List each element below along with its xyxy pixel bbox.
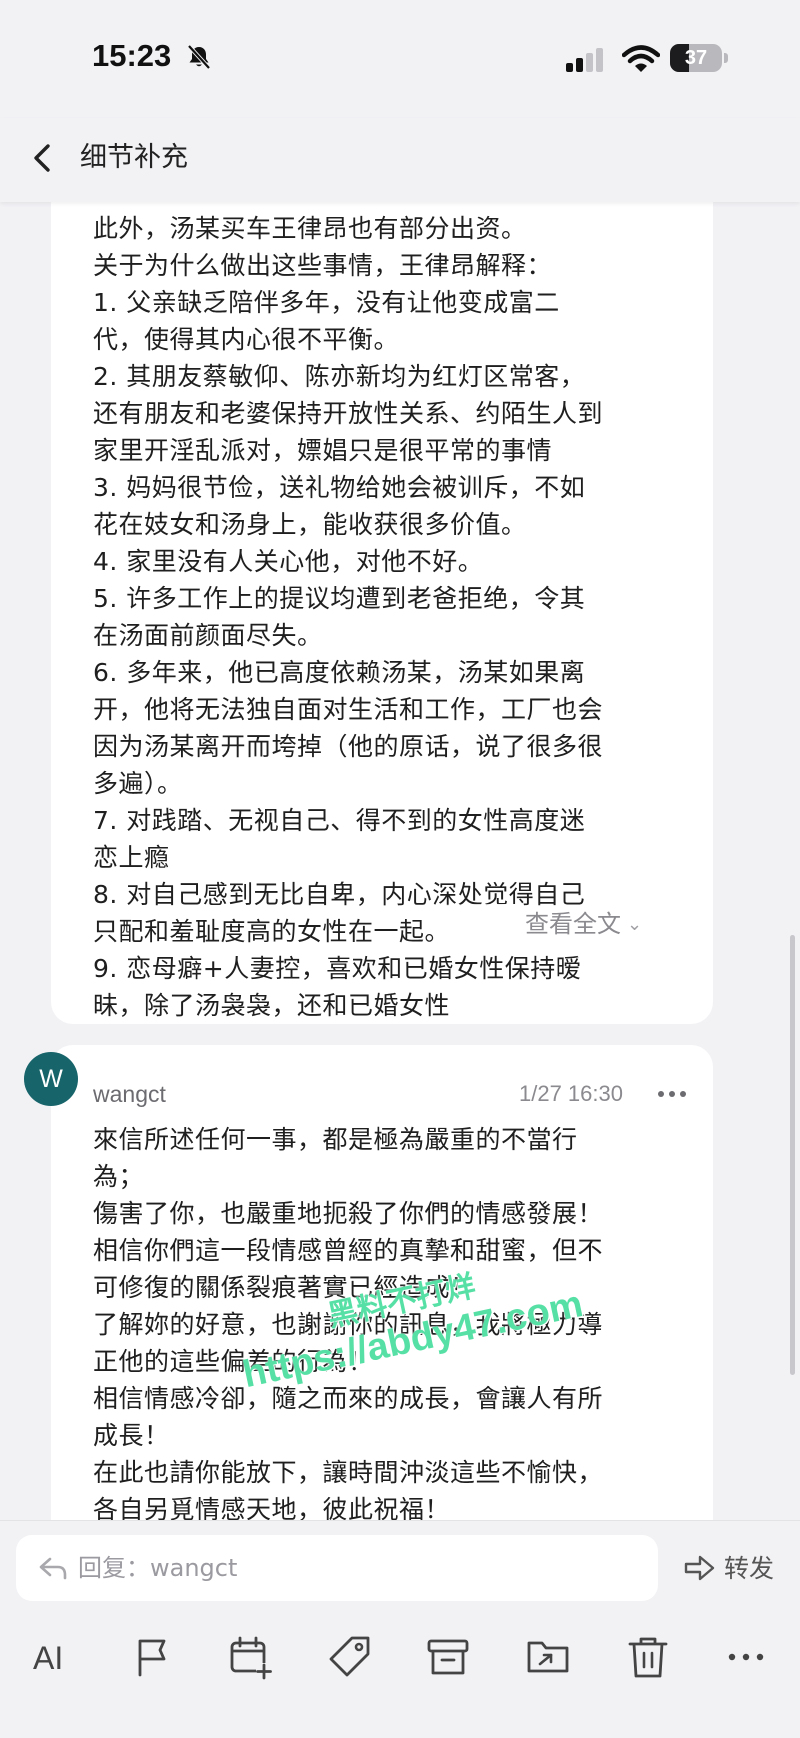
tag-icon xyxy=(329,1636,370,1677)
more-actions-button[interactable] xyxy=(722,1633,770,1681)
message-line: 代，使得其内心很不平衡。 xyxy=(93,325,400,354)
message-line: 正他的這些偏差的行為！ xyxy=(93,1347,374,1376)
tag-button[interactable] xyxy=(326,1633,374,1681)
reply-input[interactable]: 回复：wangct xyxy=(16,1535,658,1601)
add-calendar-button[interactable] xyxy=(226,1633,274,1681)
battery-cap xyxy=(724,53,728,63)
avatar[interactable]: W xyxy=(24,1052,78,1106)
reply-bar: 回复：wangct 转发 AI xyxy=(0,1520,800,1738)
archive-icon xyxy=(427,1639,469,1675)
message-line: 4. 家里没有人关心他，对他不好。 xyxy=(93,547,484,576)
message-line: 恋上瘾 xyxy=(93,843,170,872)
message-line: 花在妓女和汤身上，能收获很多价值。 xyxy=(93,510,527,539)
message-card-1: 此外，汤某买车王律昂也有部分出资。 关于为什么做出这些事情，王律昂解释： 1. 父亲… xyxy=(51,202,713,1024)
sender-name: wangct xyxy=(93,1081,166,1107)
forward-label: 转发 xyxy=(724,1554,775,1583)
mail-detail-screen: 15:23 37 细节补充 此外，汤某买车王律昂也有部分出资。 关于为什么做出这… xyxy=(0,0,800,1738)
message-time: 1/27 16:30 xyxy=(519,1081,623,1106)
text-fade-mask xyxy=(431,904,521,948)
message-line: 此外，汤某买车王律昂也有部分出资。 xyxy=(93,214,527,243)
ai-label: AI xyxy=(33,1640,63,1676)
message-line: 相信你們這一段情感曾經的真摯和甜蜜，但不 xyxy=(93,1236,604,1265)
message-line: 了解妳的好意，也謝謝你的訊息，我將極力導 xyxy=(93,1310,604,1339)
nav-header: 细节补充 xyxy=(0,118,800,202)
message-line: 來信所述任何一事，都是極為嚴重的不當行 xyxy=(93,1125,578,1154)
back-chevron-icon[interactable] xyxy=(28,138,58,178)
message-thread[interactable]: 此外，汤某买车王律昂也有部分出资。 关于为什么做出这些事情，王律昂解释： 1. 父亲… xyxy=(0,202,800,1532)
message-line: 1. 父亲缺乏陪伴多年，没有让他变成富二 xyxy=(93,288,560,317)
message-line: 开，他将无法独自面对生活和工作，工厂也会 xyxy=(93,695,604,724)
page-title: 细节补充 xyxy=(80,142,188,173)
more-horizontal-icon xyxy=(728,1653,764,1661)
message-line: 成長！ xyxy=(93,1421,170,1450)
message-line: 在汤面前颜面尽失。 xyxy=(93,621,323,650)
message-line: 关于为什么做出这些事情，王律昂解释： xyxy=(93,251,553,280)
ai-icon: AI xyxy=(33,1640,63,1676)
move-folder-icon xyxy=(527,1641,569,1673)
message-line: 在此也請你能放下，讓時間沖淡這些不愉快， xyxy=(93,1458,604,1487)
message-line: 9. 恋母癖+人妻控，喜欢和已婚女性保持暧 xyxy=(93,954,582,983)
flag-icon xyxy=(138,1639,166,1677)
forward-arrow-icon xyxy=(684,1555,715,1581)
more-options-icon[interactable] xyxy=(657,1087,687,1101)
reply-placeholder: 回复：wangct xyxy=(78,1554,238,1582)
status-time: 15:23 xyxy=(92,38,172,73)
message-line: 因为汤某离开而垮掉（他的原话，说了很多很 xyxy=(93,732,604,761)
calendar-add-icon xyxy=(230,1636,272,1680)
message-line: 2. 其朋友蔡敏仰、陈亦新均为红灯区常客， xyxy=(93,362,586,391)
message-2-body: 來信所述任何一事，都是極為嚴重的不當行 為； 傷害了你，也嚴重地扼殺了你們的情感發展… xyxy=(93,1121,603,1528)
bottom-toolbar: AI xyxy=(0,1633,800,1693)
battery-indicator: 37 xyxy=(670,44,722,72)
view-full-text-link[interactable]: 查看全文 ⌄ xyxy=(525,906,649,945)
cellular-signal-icon xyxy=(566,48,603,72)
message-line: 6. 多年来，他已高度依赖汤某，汤某如果离 xyxy=(93,658,586,687)
bell-off-icon xyxy=(187,44,211,70)
view-full-text-label: 查看全文 xyxy=(525,910,621,938)
wifi-icon xyxy=(622,45,660,72)
chevron-down-icon: ⌄ xyxy=(627,914,643,935)
reply-arrow-icon xyxy=(39,1557,67,1580)
flag-button[interactable] xyxy=(128,1633,176,1681)
status-bar: 15:23 37 xyxy=(0,0,800,118)
message-line: 傷害了你，也嚴重地扼殺了你們的情感發展！ xyxy=(93,1199,604,1228)
message-line: 5. 许多工作上的提议均遭到老爸拒绝，令其 xyxy=(93,584,586,613)
move-to-folder-button[interactable] xyxy=(524,1633,572,1681)
message-line: 3. 妈妈很节俭，送礼物给她会被训斥，不如 xyxy=(93,473,586,502)
message-line: 昧，除了汤袅袅，还和已婚女性 xyxy=(93,991,451,1020)
message-line: 7. 对践踏、无视自己、得不到的女性高度迷 xyxy=(93,806,586,835)
archive-button[interactable] xyxy=(424,1633,472,1681)
trash-icon xyxy=(628,1637,668,1678)
delete-button[interactable] xyxy=(624,1633,672,1681)
message-line: 家里开淫乱派对，嫖娼只是很平常的事情 xyxy=(93,436,553,465)
battery-level: 37 xyxy=(684,47,708,69)
message-card-2: wangct 1/27 16:30 來信所述任何一事，都是極為嚴重的不當行 為； 傷… xyxy=(51,1045,713,1532)
message-line: 多遍）。 xyxy=(93,769,183,798)
message-line: 可修復的關係裂痕著實已經造成！ xyxy=(93,1273,476,1302)
ai-button[interactable]: AI xyxy=(30,1633,78,1681)
message-1-body: 此外，汤某买车王律昂也有部分出资。 关于为什么做出这些事情，王律昂解释： 1. 父亲… xyxy=(93,210,603,1024)
message-line: 还有朋友和老婆保持开放性关系、约陌生人到 xyxy=(93,399,604,428)
forward-button[interactable]: 转发 xyxy=(684,1551,792,1587)
message-line: 為； xyxy=(93,1162,145,1191)
message-line: 相信情感冷卻，隨之而來的成長，會讓人有所 xyxy=(93,1384,604,1413)
scrollbar[interactable] xyxy=(790,935,795,1375)
